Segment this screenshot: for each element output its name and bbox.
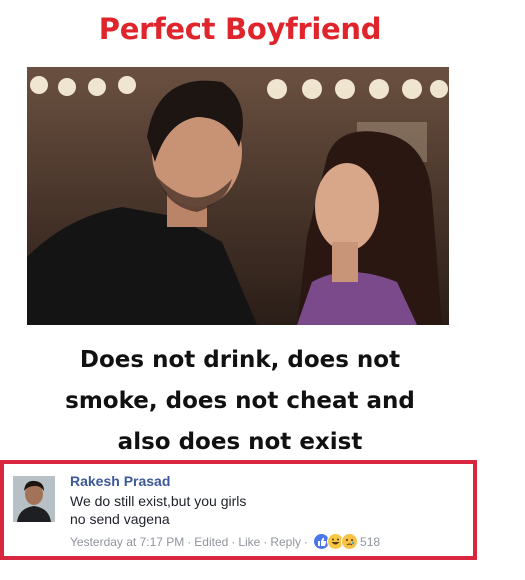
separator: · <box>304 534 309 549</box>
separator: · <box>263 534 268 549</box>
sad-icon <box>341 533 359 550</box>
caption-line: Does not drink, does not <box>79 347 401 373</box>
meme-caption: Does not drink, does not smoke, does not… <box>20 340 460 463</box>
reaction-count: 518 <box>360 534 381 549</box>
timestamp-link[interactable]: Yesterday at 7:17 PM <box>70 535 184 549</box>
like-link[interactable]: Like <box>238 535 260 549</box>
avatar[interactable] <box>13 476 55 522</box>
caption-line: also does not exist <box>117 429 363 455</box>
caption-line: smoke, does not cheat and <box>65 388 415 414</box>
reply-link[interactable]: Reply <box>270 535 301 549</box>
profile-photo <box>13 476 55 522</box>
couple-photo <box>27 67 449 325</box>
edited-link[interactable]: Edited <box>194 535 228 549</box>
meme-image: Perfect Boyfriend Does not drink, does n… <box>0 0 480 460</box>
comment-author-link[interactable]: Rakesh Prasad <box>70 473 170 489</box>
meme-title: Perfect Boyfriend <box>98 12 382 46</box>
separator: · <box>187 534 192 549</box>
reactions-summary[interactable]: 518 <box>313 533 380 550</box>
couple-illustration <box>27 67 449 325</box>
comment-meta: Yesterday at 7:17 PM · Edited · Like · R… <box>70 533 380 550</box>
comment-card: Rakesh Prasad We do still exist,but you … <box>0 460 477 560</box>
comment-text: We do still exist,but you girls no send … <box>70 493 247 527</box>
separator: · <box>231 534 236 549</box>
